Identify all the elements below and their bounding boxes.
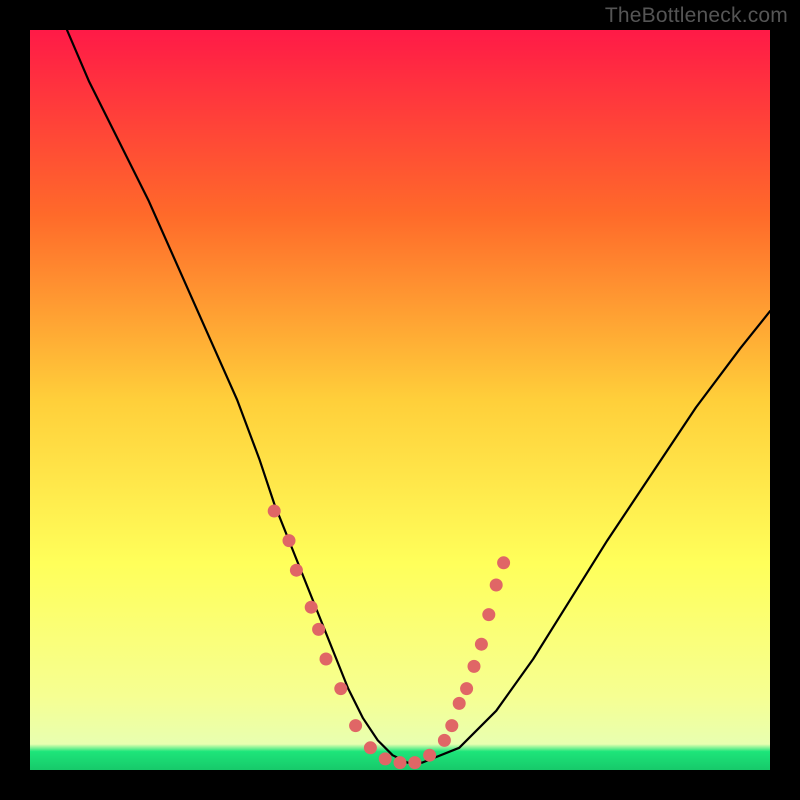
curve-dot <box>453 697 466 710</box>
curve-dot <box>334 682 347 695</box>
curve-dot <box>423 749 436 762</box>
curve-dot <box>438 734 451 747</box>
curve-dot <box>445 719 458 732</box>
plot-background <box>30 30 770 770</box>
curve-dot <box>305 601 318 614</box>
curve-dot <box>379 752 392 765</box>
chart-frame: TheBottleneck.com <box>0 0 800 800</box>
curve-dot <box>394 756 407 769</box>
curve-dot <box>349 719 362 732</box>
bottleneck-chart <box>0 0 800 800</box>
curve-dot <box>482 608 495 621</box>
curve-dot <box>290 564 303 577</box>
curve-dot <box>320 653 333 666</box>
curve-dot <box>268 505 281 518</box>
curve-dot <box>364 741 377 754</box>
curve-dot <box>283 534 296 547</box>
curve-dot <box>497 556 510 569</box>
curve-dot <box>460 682 473 695</box>
curve-dot <box>475 638 488 651</box>
curve-dot <box>312 623 325 636</box>
curve-dot <box>490 579 503 592</box>
curve-dot <box>468 660 481 673</box>
watermark-text: TheBottleneck.com <box>605 4 788 28</box>
curve-dot <box>408 756 421 769</box>
